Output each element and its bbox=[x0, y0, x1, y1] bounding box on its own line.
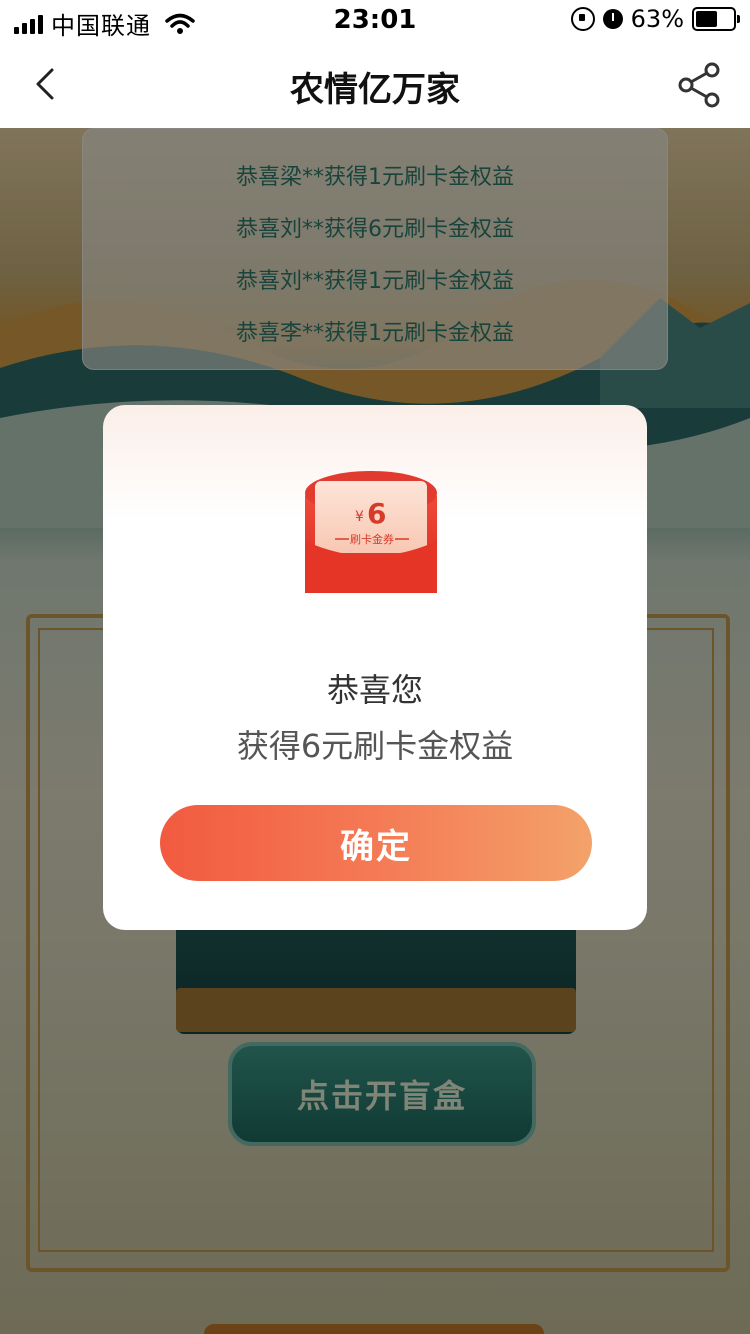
battery-fill bbox=[696, 11, 717, 27]
modal-subtitle: 获得6元刷卡金权益 bbox=[236, 727, 514, 765]
share-icon[interactable] bbox=[674, 60, 724, 110]
page-title: 农情亿万家 bbox=[290, 70, 460, 110]
confirm-button[interactable]: 确定 bbox=[160, 805, 592, 881]
alarm-icon bbox=[602, 9, 623, 29]
coupon-icon: ¥ 6 刷卡金券 bbox=[305, 471, 437, 593]
reward-modal: ¥ 6 刷卡金券 恭喜您 获得6元刷卡金权益 确定 bbox=[103, 405, 647, 930]
battery-percent: 63% bbox=[630, 5, 684, 33]
battery-icon bbox=[692, 7, 740, 31]
status-right: 63% bbox=[570, 5, 740, 33]
navigation-bar: 农情亿万家 bbox=[0, 40, 750, 128]
status-bar: 中国联通 23:01 63% bbox=[0, 0, 750, 40]
coupon-currency: ¥ bbox=[355, 509, 364, 525]
coupon-label: 刷卡金券 bbox=[350, 532, 394, 546]
coupon-amount: 6 bbox=[367, 497, 386, 530]
rotation-lock-icon bbox=[570, 7, 595, 31]
modal-title: 恭喜您 bbox=[326, 671, 423, 709]
